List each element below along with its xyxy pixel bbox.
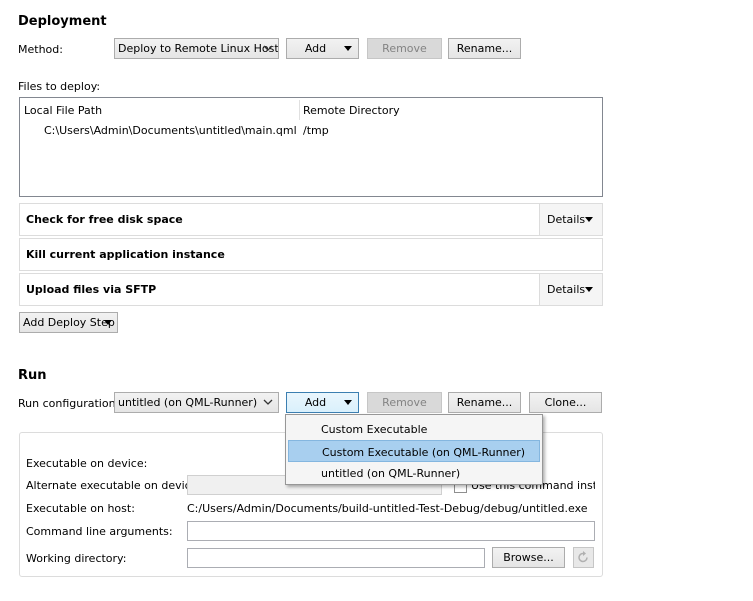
files-table[interactable]: Local File Path Remote Directory C:\User… <box>19 97 603 197</box>
run-remove-button[interactable]: Remove <box>367 392 442 413</box>
deploy-step-disk-space: Check for free disk space Details <box>19 203 603 236</box>
menu-item-custom-executable-qml-runner[interactable]: Custom Executable (on QML-Runner) <box>288 440 540 462</box>
add-deploy-step-button[interactable]: Add Deploy Step <box>19 312 118 333</box>
reset-button[interactable] <box>573 547 594 568</box>
dropdown-arrow-icon <box>104 320 112 325</box>
deploy-step-upload-sftp: Upload files via SFTP Details <box>19 273 603 306</box>
step-title: Upload files via SFTP <box>26 283 157 296</box>
dropdown-arrow-icon <box>585 287 593 292</box>
dropdown-arrow-icon <box>585 217 593 222</box>
working-dir-label: Working directory: <box>26 552 127 565</box>
deploy-rename-button[interactable]: Rename... <box>448 38 521 59</box>
cell-local-path: C:\Users\Admin\Documents\untitled\main.q… <box>44 124 297 137</box>
exec-device-label: Executable on device: <box>26 457 148 470</box>
menu-item-untitled-qml-runner[interactable]: untitled (on QML-Runner) <box>288 462 540 484</box>
details-button[interactable]: Details <box>539 204 602 235</box>
menu-item-custom-executable[interactable]: Custom Executable <box>288 418 540 440</box>
table-row[interactable]: C:\Users\Admin\Documents\untitled\main.q… <box>20 121 602 139</box>
deploy-add-label: Add <box>304 42 327 55</box>
step-title: Kill current application instance <box>26 248 225 261</box>
column-divider <box>299 100 300 120</box>
details-label: Details <box>547 213 586 226</box>
cmd-args-input[interactable] <box>187 521 595 541</box>
column-header-local[interactable]: Local File Path <box>24 104 102 117</box>
exec-host-label: Executable on host: <box>26 502 135 515</box>
alt-exec-label: Alternate executable on device: <box>26 479 202 492</box>
run-title: Run <box>18 368 47 383</box>
deploy-step-kill-app: Kill current application instance <box>19 238 603 271</box>
chevron-down-icon <box>263 45 273 51</box>
cmd-args-label: Command line arguments: <box>26 525 173 538</box>
run-rename-button[interactable]: Rename... <box>448 392 521 413</box>
menu-item-label: Custom Executable (on QML-Runner) <box>322 446 526 459</box>
run-add-button[interactable]: Add <box>286 392 359 413</box>
working-dir-input[interactable] <box>187 548 485 568</box>
menu-item-label: untitled (on QML-Runner) <box>321 467 461 480</box>
add-deploy-step-label: Add Deploy Step <box>23 316 115 329</box>
menu-item-label: Custom Executable <box>321 423 428 436</box>
run-config-value: untitled (on QML-Runner) <box>118 396 258 409</box>
deployment-title: Deployment <box>18 14 107 29</box>
run-config-label: Run configuration: <box>18 397 120 410</box>
reset-icon <box>578 551 588 563</box>
column-header-remote[interactable]: Remote Directory <box>303 104 400 117</box>
deploy-add-button[interactable]: Add <box>286 38 359 59</box>
chevron-down-icon <box>263 399 273 405</box>
details-label: Details <box>547 283 586 296</box>
cell-remote-dir: /tmp <box>303 124 329 137</box>
run-config-combo[interactable]: untitled (on QML-Runner) <box>114 392 279 413</box>
dropdown-arrow-icon <box>344 46 352 51</box>
method-value: Deploy to Remote Linux Host <box>118 42 279 55</box>
run-add-menu: Custom Executable Custom Executable (on … <box>285 414 543 485</box>
files-to-deploy-label: Files to deploy: <box>18 80 101 93</box>
method-label: Method: <box>18 43 63 56</box>
step-title: Check for free disk space <box>26 213 183 226</box>
run-clone-button[interactable]: Clone... <box>529 392 602 413</box>
run-add-label: Add <box>304 396 327 409</box>
method-combo[interactable]: Deploy to Remote Linux Host <box>114 38 279 59</box>
details-button[interactable]: Details <box>539 274 602 305</box>
deploy-remove-button[interactable]: Remove <box>367 38 442 59</box>
exec-host-value: C:/Users/Admin/Documents/build-untitled-… <box>187 502 588 515</box>
dropdown-arrow-icon <box>344 400 352 405</box>
browse-button[interactable]: Browse... <box>492 547 565 568</box>
